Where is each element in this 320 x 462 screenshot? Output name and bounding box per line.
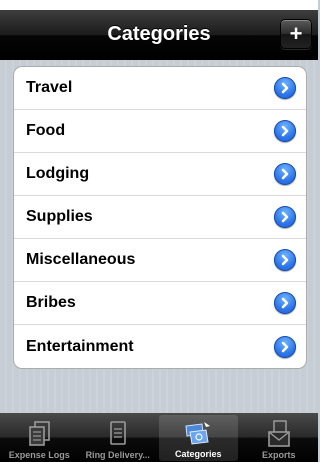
category-label: Supplies bbox=[26, 208, 93, 225]
tab-label: Exports bbox=[261, 450, 296, 460]
category-row-bribes[interactable]: Bribes bbox=[14, 282, 306, 325]
tab-label: Expense Logs bbox=[8, 450, 70, 460]
disclosure-chevron-icon[interactable] bbox=[274, 77, 296, 99]
category-label: Lodging bbox=[26, 165, 90, 182]
tab-ring-delivery[interactable]: Ring Delivery... bbox=[79, 413, 158, 462]
page-title: Categories bbox=[107, 23, 211, 45]
content-area: Travel Food Lodging Supplies Miscellaneo… bbox=[0, 60, 318, 413]
expense-logs-icon bbox=[23, 419, 55, 449]
category-label: Entertainment bbox=[26, 337, 134, 355]
tab-exports[interactable]: Exports bbox=[240, 413, 319, 462]
tab-bar: Expense Logs Ring Delivery... Categories bbox=[0, 413, 318, 462]
disclosure-chevron-icon[interactable] bbox=[274, 206, 296, 228]
exports-icon bbox=[263, 419, 295, 449]
category-row-food[interactable]: Food bbox=[14, 110, 306, 153]
disclosure-chevron-icon[interactable] bbox=[274, 120, 296, 142]
category-row-miscellaneous[interactable]: Miscellaneous bbox=[14, 239, 306, 282]
category-label: Miscellaneous bbox=[26, 251, 136, 268]
tab-label: Categories bbox=[174, 449, 222, 459]
category-label: Bribes bbox=[26, 294, 76, 311]
disclosure-chevron-icon[interactable] bbox=[274, 163, 296, 185]
categories-icon bbox=[182, 418, 214, 448]
category-label: Travel bbox=[26, 79, 73, 96]
tab-categories[interactable]: Categories bbox=[159, 415, 238, 461]
disclosure-chevron-icon[interactable] bbox=[274, 292, 296, 314]
navigation-bar: Categories + bbox=[0, 0, 318, 60]
tab-expense-logs[interactable]: Expense Logs bbox=[0, 413, 79, 462]
tab-label: Ring Delivery... bbox=[85, 450, 150, 460]
disclosure-chevron-icon[interactable] bbox=[274, 249, 296, 271]
category-row-supplies[interactable]: Supplies bbox=[14, 196, 306, 239]
category-row-lodging[interactable]: Lodging bbox=[14, 153, 306, 196]
category-row-travel[interactable]: Travel bbox=[14, 67, 306, 110]
category-label: Food bbox=[26, 122, 66, 139]
document-icon bbox=[102, 419, 134, 449]
category-row-entertainment[interactable]: Entertainment bbox=[14, 325, 306, 368]
disclosure-chevron-icon[interactable] bbox=[274, 335, 296, 358]
add-category-button[interactable]: + bbox=[280, 19, 312, 49]
categories-table: Travel Food Lodging Supplies Miscellaneo… bbox=[13, 66, 307, 369]
